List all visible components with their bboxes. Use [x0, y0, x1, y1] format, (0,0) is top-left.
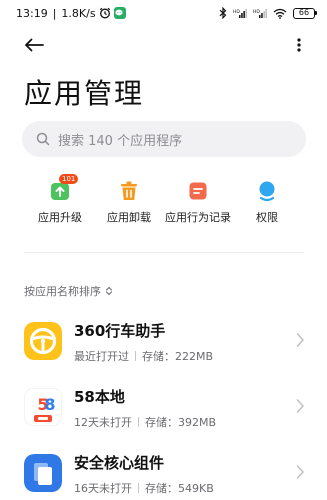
app-bar	[0, 28, 327, 62]
svg-text:HD: HD	[233, 9, 240, 15]
sort-selector[interactable]: 按应用名称排序	[24, 283, 113, 299]
back-arrow-icon	[25, 38, 44, 52]
app-last-opened: 12天未打开	[74, 416, 132, 429]
search-placeholder: 搜索 140 个应用程序	[58, 133, 183, 149]
app-list-item[interactable]: 安全核心组件 16天未打开 存储：549KB	[0, 442, 327, 500]
page-title: 应用管理	[24, 77, 145, 110]
58-local-icon: 58	[24, 388, 62, 426]
app-meta: 最近打开过 存储：222MB	[74, 348, 213, 364]
signal-2-icon: HD	[253, 8, 267, 19]
svg-text:HD: HD	[253, 9, 260, 15]
app-behavior-record-button[interactable]: 应用行为记录	[165, 179, 231, 225]
app-meta: 16天未打开 存储：549KB	[74, 480, 214, 496]
bluetooth-icon	[219, 7, 227, 19]
meta-separator	[138, 417, 139, 427]
sort-toggle-icon	[105, 286, 113, 296]
app-storage: 存储：549KB	[145, 482, 214, 495]
chevron-right-icon	[296, 465, 304, 479]
upgrade-icon: 101	[48, 174, 79, 203]
sort-label: 按应用名称排序	[24, 285, 101, 298]
more-vertical-icon	[297, 38, 301, 52]
app-uninstall-label: 应用卸载	[107, 211, 151, 224]
app-name: 安全核心组件	[74, 454, 165, 472]
behavior-record-icon	[186, 179, 210, 203]
permission-icon	[255, 179, 279, 203]
svg-text:8: 8	[44, 395, 55, 414]
permission-button[interactable]: 权限	[255, 179, 279, 225]
app-last-opened: 最近打开过	[74, 350, 129, 363]
status-bar: 13:19 | 1.8K/s HD HD 66	[0, 0, 327, 26]
app-behavior-record-label: 应用行为记录	[165, 211, 231, 224]
battery-icon: 66	[293, 7, 317, 19]
back-button[interactable]	[20, 34, 48, 56]
quick-actions: 101 应用升级 应用卸载 应用行为记录 权限	[0, 174, 327, 229]
wechat-icon	[113, 7, 126, 19]
search-input[interactable]: 搜索 140 个应用程序	[22, 121, 306, 157]
app-list-item[interactable]: 58 58本地 12天未打开 存储：392MB	[0, 376, 327, 442]
app-storage: 存储：392MB	[145, 416, 217, 429]
status-network-speed: 1.8K/s	[61, 6, 96, 20]
alarm-icon	[99, 7, 111, 19]
upgrade-count-badge: 101	[59, 174, 79, 184]
trash-icon	[117, 179, 141, 203]
section-divider	[24, 252, 304, 253]
meta-separator	[138, 483, 139, 493]
360-car-assistant-icon	[24, 322, 62, 360]
permission-label: 权限	[256, 211, 278, 224]
app-meta: 12天未打开 存储：392MB	[74, 414, 216, 430]
app-last-opened: 16天未打开	[74, 482, 132, 495]
meta-separator	[135, 351, 136, 361]
chevron-right-icon	[296, 333, 304, 347]
more-options-button[interactable]	[289, 34, 309, 56]
app-list-item[interactable]: 360行车助手 最近打开过 存储：222MB	[0, 310, 327, 376]
app-storage: 存储：222MB	[142, 350, 214, 363]
status-divider: |	[52, 6, 57, 20]
security-core-icon	[24, 454, 62, 492]
search-icon	[36, 132, 50, 146]
status-time: 13:19	[16, 6, 48, 20]
app-uninstall-button[interactable]: 应用卸载	[107, 179, 151, 225]
app-upgrade-label: 应用升级	[38, 211, 82, 224]
app-upgrade-button[interactable]: 101 应用升级	[38, 174, 82, 225]
app-name: 58本地	[74, 388, 125, 406]
app-name: 360行车助手	[74, 322, 166, 340]
chevron-right-icon	[296, 399, 304, 413]
wifi-icon	[273, 8, 287, 19]
signal-1-icon: HD	[233, 8, 247, 19]
